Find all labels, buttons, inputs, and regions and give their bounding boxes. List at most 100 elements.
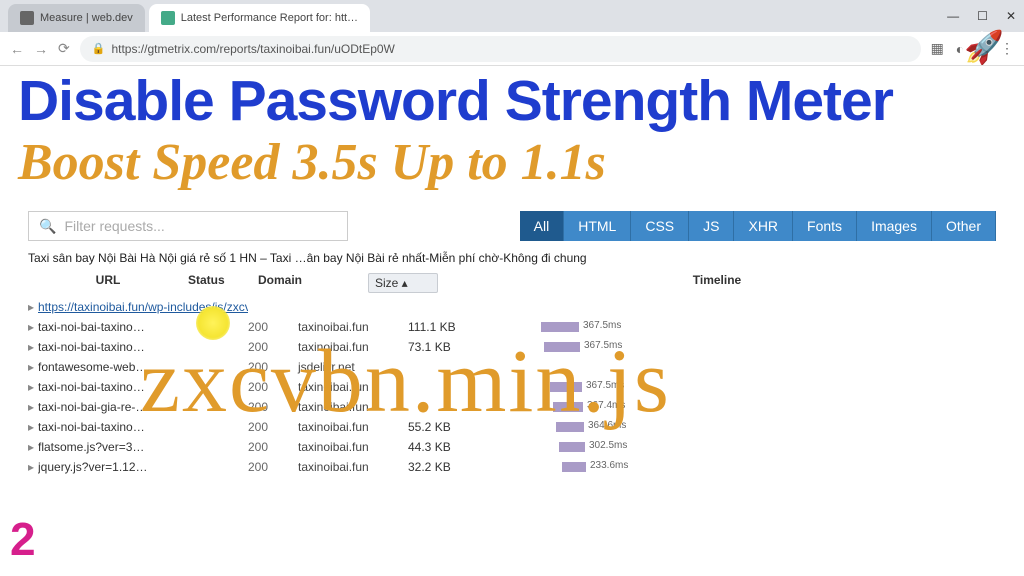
filter-tab-all[interactable]: All [520, 211, 565, 241]
filter-tab-js[interactable]: JS [689, 211, 734, 241]
filter-tab-fonts[interactable]: Fonts [793, 211, 857, 241]
expand-icon[interactable]: ▸ [28, 420, 38, 434]
cell-timeline: 233.6ms [478, 460, 996, 474]
episode-badge: 2 [10, 512, 36, 566]
cell-size: 32.2 KB [408, 460, 478, 474]
cell-domain: taxinoibai.fun [298, 440, 408, 454]
window-titlebar: Measure | web.dev Latest Performance Rep… [0, 0, 1024, 32]
tab-label: Measure | web.dev [40, 12, 133, 24]
col-size[interactable]: Size ▴ [368, 273, 438, 293]
col-url[interactable]: URL [28, 273, 188, 293]
cell-size: 55.2 KB [408, 420, 478, 434]
minimize-button[interactable]: — [947, 9, 959, 23]
col-timeline[interactable]: Timeline [438, 273, 996, 293]
cell-domain: taxinoibai.fun [298, 460, 408, 474]
close-button[interactable]: ✕ [1006, 9, 1016, 23]
cell-timeline: 364.6ms [478, 420, 996, 434]
cell-status: 200 [248, 460, 298, 474]
cell-url: taxi-noi-bai-gia-re-… [38, 400, 248, 414]
tab-favicon [20, 11, 34, 25]
filter-row: 🔍 Filter requests... All HTML CSS JS XHR… [28, 211, 996, 241]
table-header: URL Status Domain Size ▴ Timeline [28, 269, 996, 297]
cell-domain: jsdelivr.net [298, 360, 408, 374]
cell-domain: taxinoibai.fun [298, 320, 408, 334]
filter-placeholder: Filter requests... [64, 218, 164, 234]
table-row[interactable]: ▸taxi-noi-bai-taxino…200taxinoibai.fun11… [28, 317, 996, 337]
expand-icon[interactable]: ▸ [28, 400, 38, 414]
col-domain[interactable]: Domain [258, 273, 368, 293]
table-row[interactable]: ▸jquery.js?ver=1.12…200taxinoibai.fun32.… [28, 457, 996, 477]
cell-url: taxi-noi-bai-taxino… [38, 420, 248, 434]
requests-panel: 🔍 Filter requests... All HTML CSS JS XHR… [18, 205, 1006, 483]
cell-status: 200 [248, 340, 298, 354]
cell-url: taxi-noi-bai-taxino… [38, 340, 248, 354]
url-text: https://gtmetrix.com/reports/taxinoibai.… [111, 42, 394, 56]
ext-icon[interactable]: ◐ [956, 41, 964, 57]
expand-icon[interactable]: ▸ [28, 440, 38, 454]
cell-timeline: 367.5ms [478, 340, 996, 354]
expand-icon[interactable]: ▸ [28, 360, 38, 374]
table-row[interactable]: ▸taxi-noi-bai-taxino…200taxinoibai.fun55… [28, 417, 996, 437]
filter-tab-xhr[interactable]: XHR [734, 211, 793, 241]
table-row[interactable]: ▸fontawesome-web…200jsdelivr.net [28, 357, 996, 377]
table-row[interactable]: ▸taxi-noi-bai-taxino…200taxinoibai.fun 36… [28, 377, 996, 397]
headline-text: Disable Password Strength Meter [18, 74, 1006, 128]
cell-url: flatsome.js?ver=3… [38, 440, 248, 454]
table-row[interactable]: ▸https://taxinoibai.fun/wp-includes/js/z… [28, 297, 996, 317]
cell-url: fontawesome-web… [38, 360, 248, 374]
expand-icon[interactable]: ▸ [28, 300, 38, 314]
filter-tab-html[interactable]: HTML [564, 211, 631, 241]
page-caption: Taxi sân bay Nội Bài Hà Nội giá rẻ số 1 … [28, 247, 996, 269]
subheadline-text: Boost Speed 3.5s Up to 1.1s [18, 134, 1006, 191]
cursor-highlight [196, 306, 230, 340]
tab-label: Latest Performance Report for: htt… [181, 12, 358, 24]
cell-domain: taxinoibai.fun [298, 420, 408, 434]
filter-tab-other[interactable]: Other [932, 211, 996, 241]
cell-url: jquery.js?ver=1.12… [38, 460, 248, 474]
table-row[interactable]: ▸flatsome.js?ver=3…200taxinoibai.fun44.3… [28, 437, 996, 457]
cell-status: 200 [248, 440, 298, 454]
search-icon: 🔍 [39, 218, 56, 235]
browser-tab-1[interactable]: Measure | web.dev [8, 4, 145, 32]
page-content: Disable Password Strength Meter Boost Sp… [0, 66, 1024, 483]
url-input[interactable]: 🔒 https://gtmetrix.com/reports/taxinoiba… [80, 36, 921, 62]
rocket-icon: 🚀 [964, 28, 1004, 66]
maximize-button[interactable]: ☐ [977, 9, 988, 23]
table-row[interactable]: ▸taxi-noi-bai-taxino…200taxinoibai.fun73… [28, 337, 996, 357]
cell-size: 111.1 KB [408, 320, 478, 334]
filter-input[interactable]: 🔍 Filter requests... [28, 211, 348, 241]
cell-size: 44.3 KB [408, 440, 478, 454]
filter-tabs: All HTML CSS JS XHR Fonts Images Other [520, 211, 996, 241]
tab-favicon [161, 11, 175, 25]
col-status[interactable]: Status [188, 273, 258, 293]
window-controls: — ☐ ✕ [947, 9, 1016, 23]
cell-status: 200 [248, 420, 298, 434]
expand-icon[interactable]: ▸ [28, 380, 38, 394]
filter-tab-images[interactable]: Images [857, 211, 932, 241]
cell-status: 200 [248, 380, 298, 394]
cell-domain: taxinoibai.fun [298, 380, 408, 394]
filter-tab-css[interactable]: CSS [631, 211, 689, 241]
forward-button[interactable]: → [34, 41, 48, 57]
cell-domain: taxinoibai.fun [298, 400, 408, 414]
cell-url: taxi-noi-bai-taxino… [38, 380, 248, 394]
browser-tab-2[interactable]: Latest Performance Report for: htt… [149, 4, 370, 32]
cell-timeline: 302.5ms [478, 440, 996, 454]
cell-timeline [478, 300, 996, 314]
back-button[interactable]: ← [10, 41, 24, 57]
cell-timeline: 367.5ms [478, 380, 996, 394]
expand-icon[interactable]: ▸ [28, 460, 38, 474]
cell-domain: taxinoibai.fun [298, 340, 408, 354]
cell-status: 200 [248, 400, 298, 414]
ext-icon[interactable]: ▦ [931, 40, 944, 57]
expand-icon[interactable]: ▸ [28, 340, 38, 354]
table-row[interactable]: ▸taxi-noi-bai-gia-re-…200taxinoibai.fun3… [28, 397, 996, 417]
table-body: ▸https://taxinoibai.fun/wp-includes/js/z… [28, 297, 996, 477]
cell-timeline: 367.5ms [478, 320, 996, 334]
cell-status: 200 [248, 360, 298, 374]
cell-size: 73.1 KB [408, 340, 478, 354]
reload-button[interactable]: ⟳ [58, 40, 70, 57]
cell-status: 200 [248, 320, 298, 334]
cell-timeline [478, 360, 996, 374]
expand-icon[interactable]: ▸ [28, 320, 38, 334]
